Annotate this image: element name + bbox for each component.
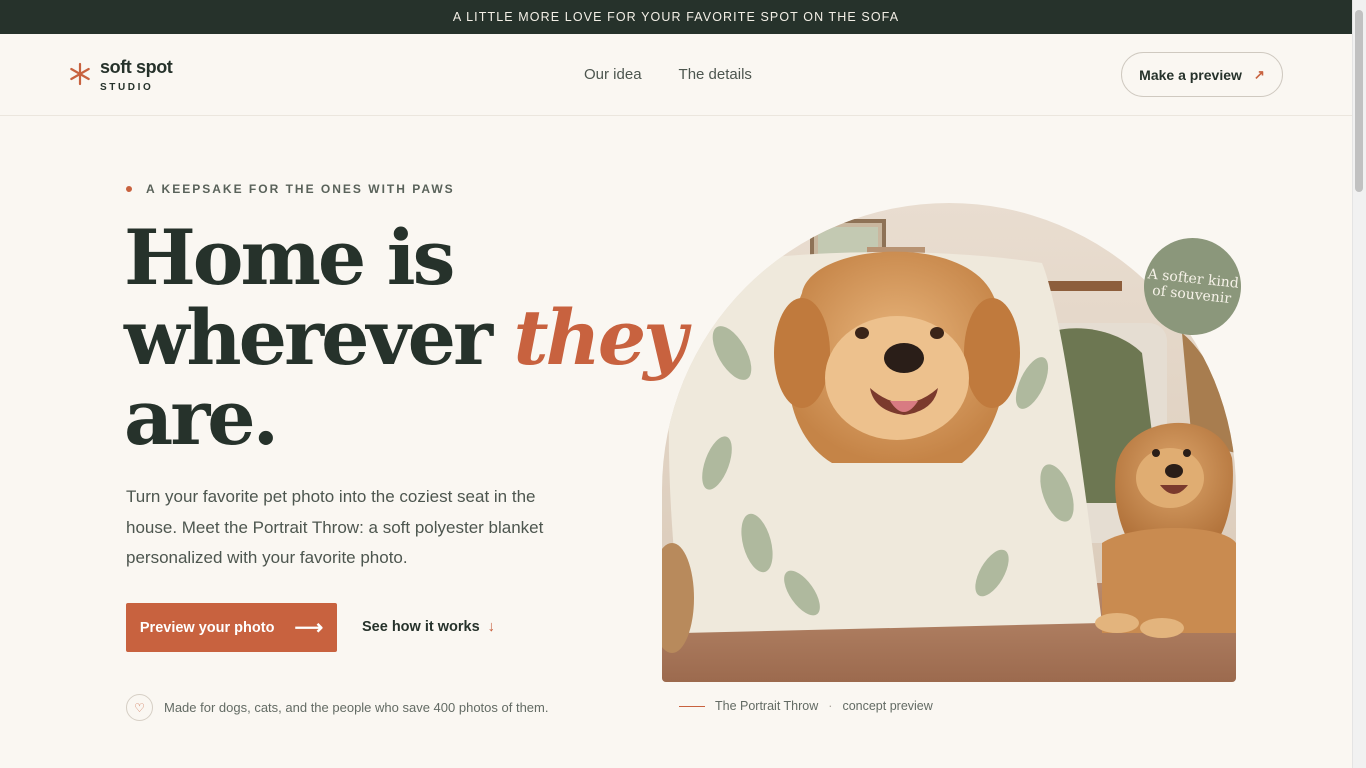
hero-note: ♡ Made for dogs, cats, and the people wh… [126,694,548,721]
headline-accent: they [513,293,687,382]
scrollbar-thumb[interactable] [1355,10,1363,192]
caption-rule [679,705,705,707]
preview-photo-label: Preview your photo [139,619,275,636]
make-preview-label: Make a preview [1139,66,1242,83]
announcement-bar: A LITTLE MORE LOVE FOR YOUR FAVORITE SPO… [0,0,1352,34]
brand-name: soft spot [100,57,173,77]
eyebrow-dot [126,186,132,192]
hero-note-text: Made for dogs, cats, and the people who … [164,700,549,715]
primary-nav: Our idea The details [584,66,752,83]
announcement-text: A LITTLE MORE LOVE FOR YOUR FAVORITE SPO… [452,10,900,24]
arrow-right-icon: ⟶ [294,616,324,639]
arrow-up-right-icon: ↗ [1253,66,1265,82]
photo-caption: The Portrait Throw · concept preview [679,699,933,713]
page-scrollbar[interactable] [1352,0,1366,768]
hero-eyebrow: A KEEPSAKE FOR THE ONES WITH PAWS [126,182,455,196]
headline-line-2: wherever they [124,298,687,378]
caption-title: The Portrait Throw [715,699,819,713]
see-how-it-works-link[interactable]: See how it works ↓ [362,619,495,635]
make-preview-button[interactable]: Make a preview ↗ [1121,52,1283,97]
brand-logo[interactable]: soft spot STUDIO [68,56,173,93]
see-how-label: See how it works [362,619,480,635]
asterisk-icon [70,62,90,86]
caption-subtitle: concept preview [842,699,933,713]
arrow-down-icon: ↓ [487,619,495,635]
hero-headline: Home is wherever they are. [124,213,687,462]
site-header: soft spot STUDIO Our idea The details Ma… [0,34,1352,116]
brand-wordmark: soft spot STUDIO [100,56,173,93]
headline-plain: wherever [124,293,493,382]
preview-photo-button[interactable]: Preview your photo ⟶ [126,603,337,652]
headline-line-1: Home is [124,213,455,302]
nav-link-the-details[interactable]: The details [679,66,752,83]
heart-icon: ♡ [126,694,153,721]
brand-subtitle: STUDIO [100,82,154,93]
eyebrow-text: A KEEPSAKE FOR THE ONES WITH PAWS [146,182,455,196]
nav-link-our-idea[interactable]: Our idea [584,66,642,83]
caption-separator: · [828,699,833,713]
headline-line-3: are. [124,373,279,462]
hero-description: Turn your favorite pet photo into the co… [126,487,544,567]
